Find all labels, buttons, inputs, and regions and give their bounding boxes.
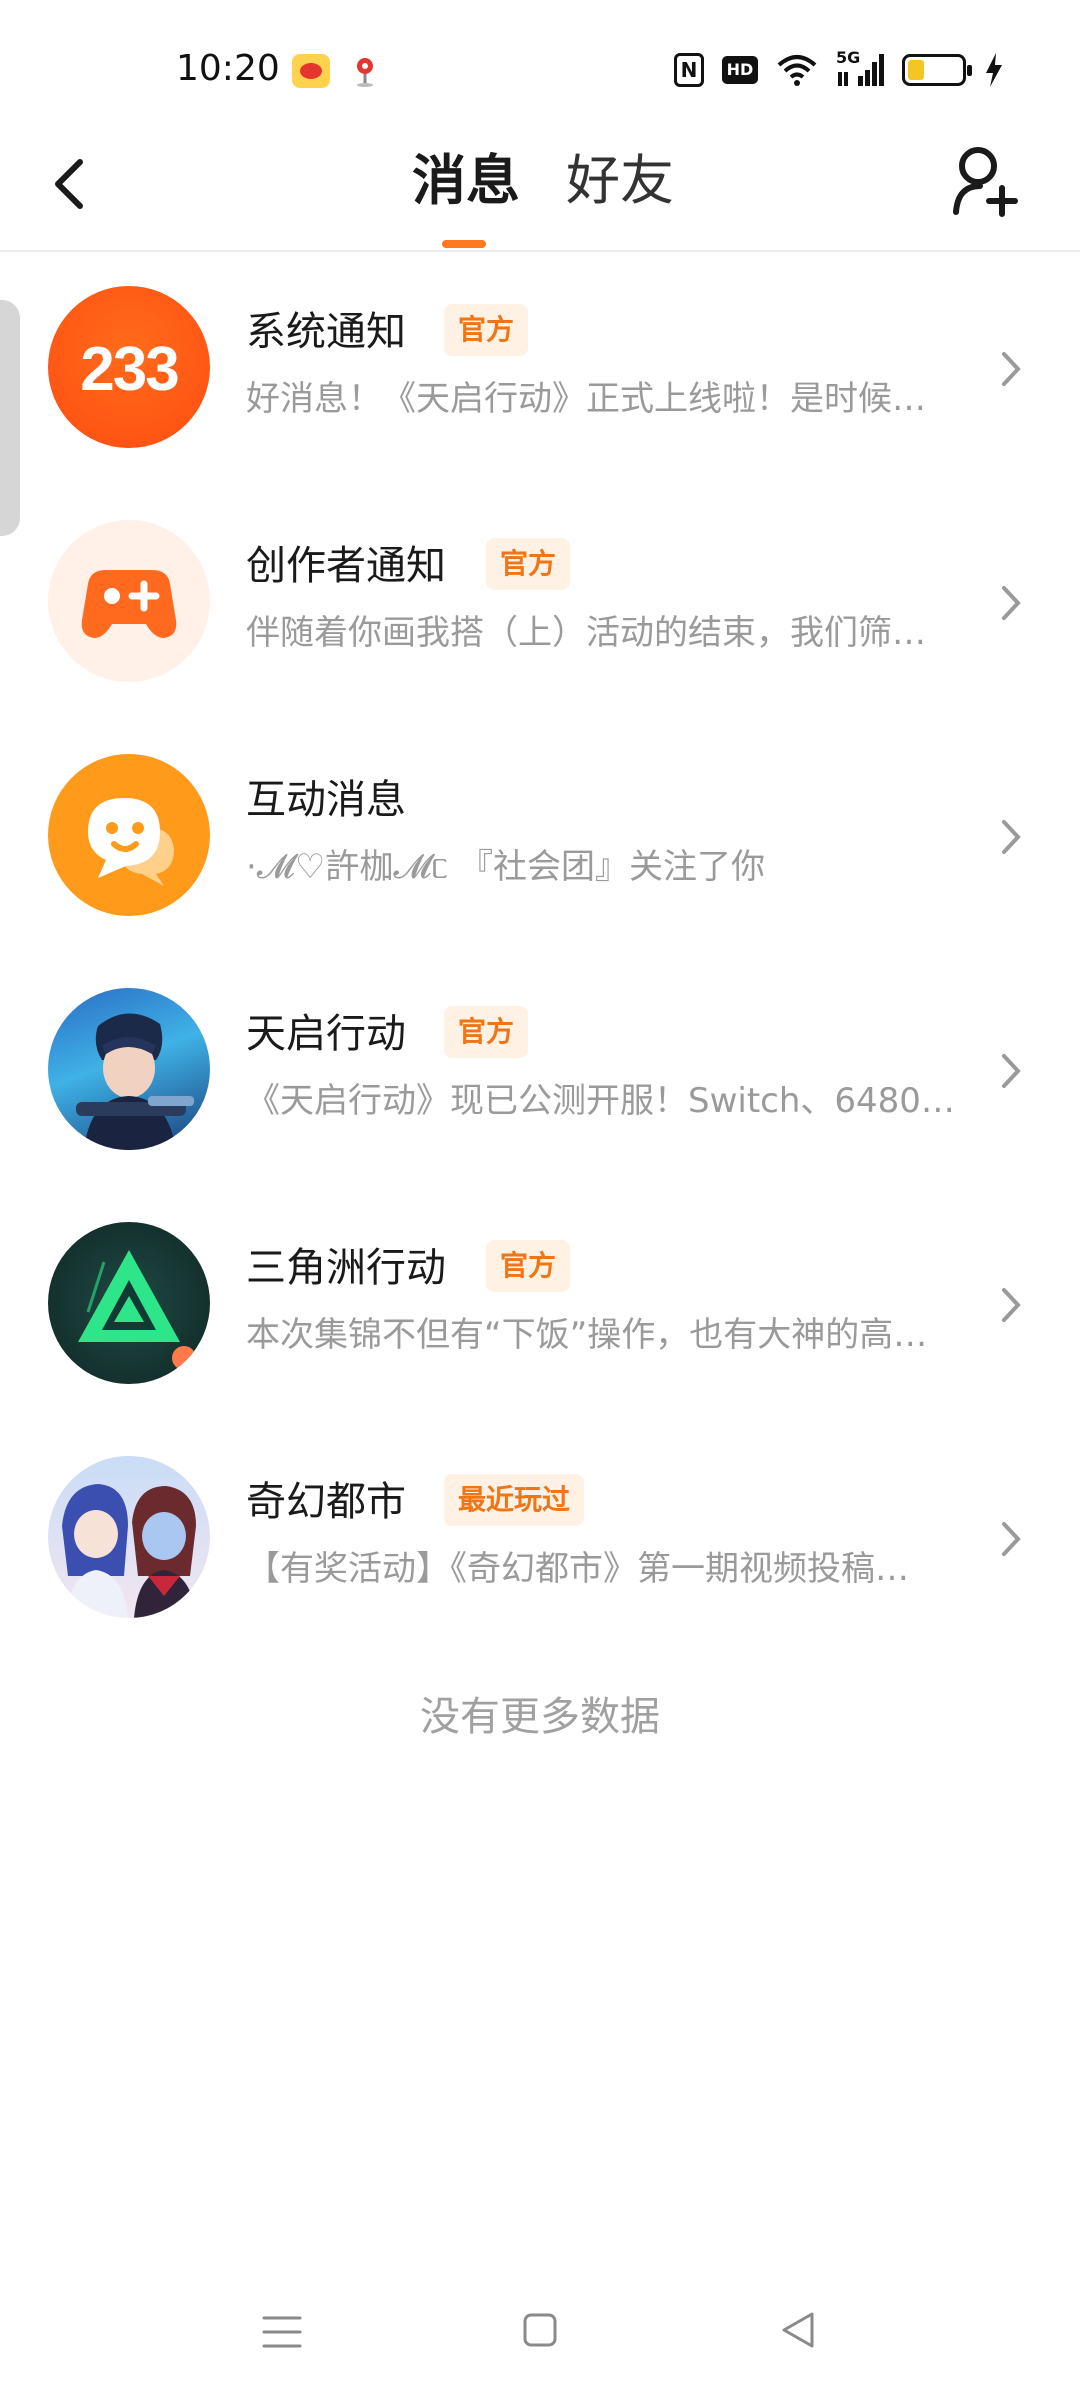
item-title: 三角洲行动 — [246, 1245, 446, 1291]
item-title: 互动消息 — [246, 777, 406, 823]
item-title: 创作者通知 — [246, 543, 446, 589]
recently-played-badge: 最近玩过 — [444, 1474, 585, 1526]
list-item-delta[interactable]: 三角洲行动 官方 本次集锦不但有“下饭”操作，也有大神的高… — [0, 1188, 1080, 1422]
avatar-logo-text: 233 — [80, 335, 179, 404]
official-badge: 官方 — [486, 1240, 571, 1292]
chevron-right-icon — [1002, 1054, 1021, 1088]
status-time: 10:20 — [176, 48, 280, 89]
tab-indicator — [442, 240, 486, 248]
wifi-icon — [777, 55, 817, 86]
tab-friends[interactable]: 好友 — [566, 146, 674, 216]
item-preview: ·𝓜♡許枷𝓜ᥴ 『社会团』关注了你 — [246, 847, 766, 887]
signal-icon: 5G — [836, 48, 884, 88]
game-avatar-delta — [48, 1222, 210, 1384]
charging-icon — [986, 53, 1002, 87]
item-preview: 伴随着你画我搭（上）活动的结束，我们筛… — [246, 613, 926, 653]
battery-icon — [902, 54, 972, 86]
nfc-icon: N — [674, 53, 704, 87]
233-logo-icon: 233 — [48, 286, 210, 448]
list-item-qihuan[interactable]: 奇幻都市 最近玩过 【有奖活动】《奇幻都市》第一期视频投稿… — [0, 1422, 1080, 1656]
back-triangle-icon[interactable] — [780, 2310, 816, 2350]
game-avatar-qihuan — [48, 1456, 210, 1618]
hd-icon: HD — [722, 56, 758, 84]
official-badge: 官方 — [444, 1006, 529, 1058]
tab-messages[interactable]: 消息 — [412, 146, 520, 216]
message-list: 233 系统通知 官方 好消息！《天启行动》正式上线啦！是时候… 创作者通知 官… — [0, 252, 1080, 1656]
list-item-creator-notice[interactable]: 创作者通知 官方 伴随着你画我搭（上）活动的结束，我们筛… — [0, 486, 1080, 720]
item-title: 系统通知 — [246, 309, 406, 355]
official-badge: 官方 — [444, 304, 529, 356]
system-nav-bar — [0, 2290, 1080, 2380]
chevron-right-icon — [1002, 1522, 1021, 1556]
item-title: 奇幻都市 — [246, 1479, 406, 1525]
home-square-icon[interactable] — [522, 2310, 558, 2350]
item-title: 天启行动 — [246, 1011, 406, 1057]
chevron-right-icon — [1002, 1288, 1021, 1322]
chat-bubble-icon — [48, 754, 210, 916]
item-preview: 好消息！《天启行动》正式上线啦！是时候… — [246, 379, 926, 419]
item-preview: 【有奖活动】《奇幻都市》第一期视频投稿… — [246, 1549, 909, 1589]
chevron-right-icon — [1002, 352, 1021, 386]
status-bar: 10:20 N HD 5G — [0, 0, 1080, 130]
location-pin-icon — [357, 58, 373, 87]
item-preview: 《天启行动》现已公测开服！Switch、6480… — [246, 1081, 955, 1121]
back-button[interactable] — [40, 148, 100, 218]
add-friend-button[interactable] — [950, 144, 1020, 220]
list-item-interaction[interactable]: 互动消息 ·𝓜♡許枷𝓜ᥴ 『社会团』关注了你 — [0, 720, 1080, 954]
list-item-tianqi[interactable]: 天启行动 官方 《天启行动》现已公测开服！Switch、6480… — [0, 954, 1080, 1188]
game-avatar-tianqi — [48, 988, 210, 1150]
menu-icon[interactable] — [262, 2312, 302, 2352]
item-preview: 本次集锦不但有“下饭”操作，也有大神的高… — [246, 1315, 928, 1355]
list-item-system-notice[interactable]: 233 系统通知 官方 好消息！《天启行动》正式上线啦！是时候… — [0, 252, 1080, 486]
chevron-right-icon — [1002, 820, 1021, 854]
chevron-right-icon — [1002, 586, 1021, 620]
no-more-data-label: 没有更多数据 — [420, 1694, 660, 1740]
gamepad-icon — [48, 520, 210, 682]
weibo-icon — [292, 54, 330, 88]
official-badge: 官方 — [486, 538, 571, 590]
header: 消息 好友 — [0, 130, 1080, 252]
